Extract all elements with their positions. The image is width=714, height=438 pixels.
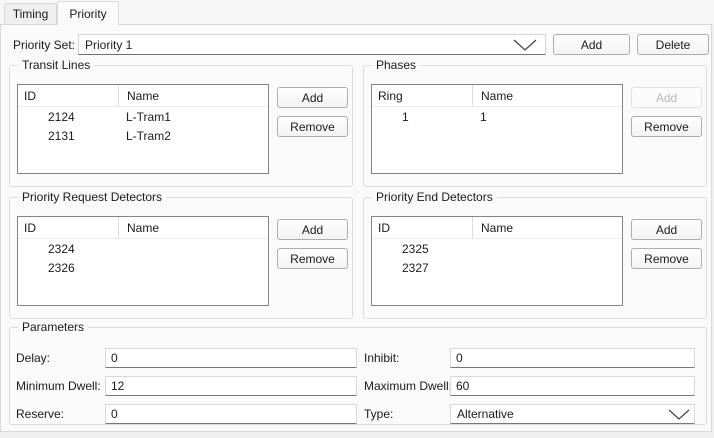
transit-lines-title: Transit Lines: [18, 58, 94, 73]
phases-header: Ring Name: [372, 85, 622, 107]
transit-lines-table[interactable]: ID Name 2124 L-Tram1 2131 L-Tram2: [17, 84, 269, 174]
column-header-name: Name: [472, 217, 622, 238]
priority-set-combobox[interactable]: Priority 1: [78, 34, 546, 55]
cell-ring: 1: [372, 107, 472, 126]
cell-id: 2326: [18, 258, 118, 277]
priority-set-add-button[interactable]: Add: [553, 34, 630, 55]
column-header-ring: Ring: [372, 85, 472, 106]
cell-id: 2324: [18, 239, 118, 258]
minimum-dwell-label: Minimum Dwell:: [16, 376, 101, 396]
maximum-dwell-field[interactable]: [450, 376, 695, 396]
transit-lines-remove-button[interactable]: Remove: [277, 116, 348, 137]
end-detectors-remove-button[interactable]: Remove: [631, 248, 702, 269]
chevron-down-icon: [668, 409, 690, 420]
column-header-id: ID: [372, 217, 472, 238]
request-detectors-remove-button[interactable]: Remove: [277, 248, 348, 269]
parameters-title: Parameters: [18, 320, 88, 335]
inhibit-label: Inhibit:: [364, 348, 399, 368]
cell-name: [472, 239, 622, 258]
priority-tab-page: Priority Set: Priority 1 Add Delete Tran…: [0, 24, 712, 432]
cell-id: 2327: [372, 258, 472, 277]
cell-id: 2124: [18, 107, 118, 126]
type-value: Alternative: [457, 407, 514, 421]
end-detectors-add-button[interactable]: Add: [631, 219, 702, 240]
table-row[interactable]: 2324: [18, 239, 268, 258]
request-detectors-header: ID Name: [18, 217, 268, 239]
parameters-group: Parameters Delay: Inhibit: Minimum Dwell…: [9, 327, 707, 425]
phases-group: Phases Ring Name 1 1 Add Remove: [363, 65, 707, 187]
phases-title: Phases: [372, 58, 420, 73]
column-header-id: ID: [18, 217, 118, 238]
tab-timing[interactable]: Timing: [4, 3, 57, 24]
reserve-field[interactable]: [105, 404, 357, 424]
column-header-name: Name: [118, 85, 268, 106]
column-header-id: ID: [18, 85, 118, 106]
inhibit-field[interactable]: [450, 348, 695, 368]
cell-name: [118, 239, 268, 258]
table-row[interactable]: 2326: [18, 258, 268, 277]
transit-lines-add-button[interactable]: Add: [277, 87, 348, 108]
transit-lines-header: ID Name: [18, 85, 268, 107]
end-detectors-group: Priority End Detectors ID Name 2325 2327…: [363, 197, 707, 319]
end-detectors-table[interactable]: ID Name 2325 2327: [371, 216, 623, 306]
end-detectors-header: ID Name: [372, 217, 622, 239]
tab-priority[interactable]: Priority: [57, 1, 119, 25]
table-row[interactable]: 2327: [372, 258, 622, 277]
minimum-dwell-field[interactable]: [105, 376, 357, 396]
cell-name: [118, 258, 268, 277]
priority-set-label: Priority Set:: [13, 34, 75, 55]
column-header-name: Name: [472, 85, 622, 106]
cell-name: [472, 258, 622, 277]
table-row[interactable]: 2325: [372, 239, 622, 258]
cell-name: L-Tram1: [118, 107, 268, 126]
table-row[interactable]: 1 1: [372, 107, 622, 126]
priority-set-delete-button[interactable]: Delete: [637, 34, 709, 55]
reserve-label: Reserve:: [16, 404, 64, 424]
tab-priority-label: Priority: [69, 7, 106, 21]
priority-set-value: Priority 1: [85, 38, 132, 52]
column-header-name: Name: [118, 217, 268, 238]
phases-table[interactable]: Ring Name 1 1: [371, 84, 623, 174]
table-row[interactable]: 2131 L-Tram2: [18, 126, 268, 145]
cell-name: L-Tram2: [118, 126, 268, 145]
cell-id: 2131: [18, 126, 118, 145]
type-label: Type:: [364, 404, 393, 424]
request-detectors-group: Priority Request Detectors ID Name 2324 …: [9, 197, 353, 319]
tab-timing-label: Timing: [13, 7, 49, 21]
maximum-dwell-label: Maximum Dwell:: [364, 376, 452, 396]
cell-id: 2325: [372, 239, 472, 258]
phases-remove-button[interactable]: Remove: [631, 116, 702, 137]
delay-field[interactable]: [105, 348, 357, 368]
end-detectors-title: Priority End Detectors: [372, 190, 497, 205]
table-row[interactable]: 2124 L-Tram1: [18, 107, 268, 126]
type-combobox[interactable]: Alternative: [450, 404, 695, 424]
request-detectors-table[interactable]: ID Name 2324 2326: [17, 216, 269, 306]
transit-lines-group: Transit Lines ID Name 2124 L-Tram1 2131 …: [9, 65, 353, 187]
delay-label: Delay:: [16, 348, 50, 368]
cell-name: 1: [472, 107, 622, 126]
request-detectors-add-button[interactable]: Add: [277, 219, 348, 240]
chevron-down-icon: [513, 39, 537, 51]
phases-add-button[interactable]: Add: [631, 87, 702, 108]
request-detectors-title: Priority Request Detectors: [18, 190, 166, 205]
